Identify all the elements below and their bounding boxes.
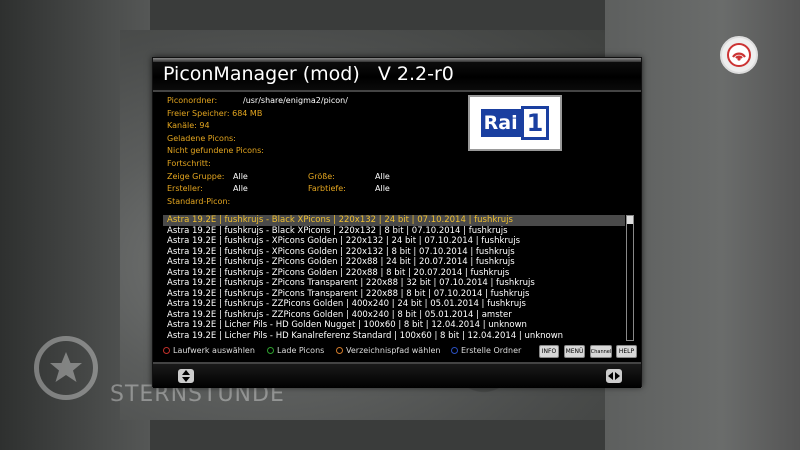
info-standard-picon: Standard-Picon: — [167, 196, 231, 206]
info-zeige-gruppe: Zeige Gruppe: Alle Größe: Alle — [167, 171, 390, 184]
left-right-arrow-icon[interactable] — [606, 369, 622, 383]
picon-number: 1 — [520, 106, 550, 140]
list-item[interactable]: Astra 19.2E | fushkrujs - XPicons Golden… — [163, 247, 625, 258]
farbtiefe-label: Farbtiefe: — [308, 184, 346, 194]
footer-bar — [153, 362, 641, 388]
list-item[interactable]: Astra 19.2E | Licher Pils - HD Kanalrefe… — [163, 331, 625, 342]
yellow-dot-icon — [336, 347, 343, 354]
list-item[interactable]: Astra 19.2E | fushkrujs - ZPicons Transp… — [163, 278, 625, 289]
titlebar: PiconManager (mod) V 2.2-r0 — [153, 58, 641, 92]
blue-dot-icon — [451, 347, 458, 354]
green-dot-icon — [267, 347, 274, 354]
rai-1-logo: Rai 1 — [480, 106, 550, 140]
info-piconordner: Piconordner: /usr/share/enigma2/picon/ — [167, 95, 348, 108]
list-item[interactable]: Astra 19.2E | fushkrujs - XPicons Golden… — [163, 236, 625, 247]
info-freier-speicher: Freier Speicher: 684 MB — [167, 108, 263, 118]
broadcast-logo-icon — [720, 36, 758, 74]
picon-text: Rai — [480, 109, 521, 137]
list-item[interactable]: Astra 19.2E | fushkrujs - Black XPicons … — [163, 215, 625, 226]
green-button[interactable]: Lade Picons — [267, 346, 324, 355]
farbtiefe-value: Alle — [375, 184, 390, 194]
window-title: PiconManager (mod) V 2.2-r0 — [163, 63, 454, 85]
list-item[interactable]: Astra 19.2E | fushkrujs - Black XPicons … — [163, 226, 625, 237]
groesse-value: Alle — [375, 171, 390, 181]
picon-set-list[interactable]: Astra 19.2E | fushkrujs - Black XPicons … — [163, 215, 625, 341]
channel-key[interactable]: Channel — [590, 345, 612, 358]
red-button[interactable]: Laufwerk auswählen — [163, 346, 255, 355]
info-fortschritt: Fortschritt: — [167, 158, 211, 168]
star-logo-icon — [34, 336, 98, 400]
help-key[interactable]: HELP — [616, 345, 637, 358]
ersteller-value: Alle — [233, 184, 248, 194]
list-scrollbar[interactable] — [626, 215, 634, 341]
info-geladene-picons: Geladene Picons: — [167, 133, 236, 143]
menu-key[interactable]: MENÜ — [564, 345, 585, 358]
scrollbar-thumb[interactable] — [627, 216, 633, 224]
up-down-arrow-icon[interactable] — [178, 369, 194, 383]
yellow-button[interactable]: Verzeichnispfad wählen — [336, 346, 440, 355]
red-dot-icon — [163, 347, 170, 354]
list-item[interactable]: Astra 19.2E | fushkrujs - ZPicons Golden… — [163, 268, 625, 279]
picon-preview: Rai 1 — [468, 95, 562, 151]
groesse-label: Größe: — [308, 171, 335, 181]
blue-button[interactable]: Erstelle Ordner — [451, 346, 521, 355]
list-item[interactable]: Astra 19.2E | fushkrujs - ZPicons Transp… — [163, 289, 625, 300]
list-item[interactable]: Astra 19.2E | fushkrujs - ZZPicons Golde… — [163, 299, 625, 310]
piconordner-value: /usr/share/enigma2/picon/ — [243, 96, 348, 105]
info-key[interactable]: INFO — [539, 345, 559, 358]
list-item[interactable]: Astra 19.2E | Licher Pils - HD Golden Nu… — [163, 320, 625, 331]
zeige-gruppe-value: Alle — [233, 171, 248, 181]
list-item[interactable]: Astra 19.2E | fushkrujs - ZPicons Golden… — [163, 257, 625, 268]
picon-manager-window: PiconManager (mod) V 2.2-r0 Piconordner:… — [152, 57, 642, 388]
info-ersteller: Ersteller: Alle Farbtiefe: Alle — [167, 183, 390, 196]
info-kanaele: Kanäle: 94 — [167, 121, 210, 131]
info-nicht-gefunden: Nicht gefundene Picons: — [167, 146, 264, 156]
color-button-bar: Laufwerk auswählen Lade Picons Verzeichn… — [163, 344, 543, 360]
info-panel: Piconordner: /usr/share/enigma2/picon/ F… — [167, 95, 390, 208]
list-item[interactable]: Astra 19.2E | fushkrujs - ZZPicons Golde… — [163, 310, 625, 321]
